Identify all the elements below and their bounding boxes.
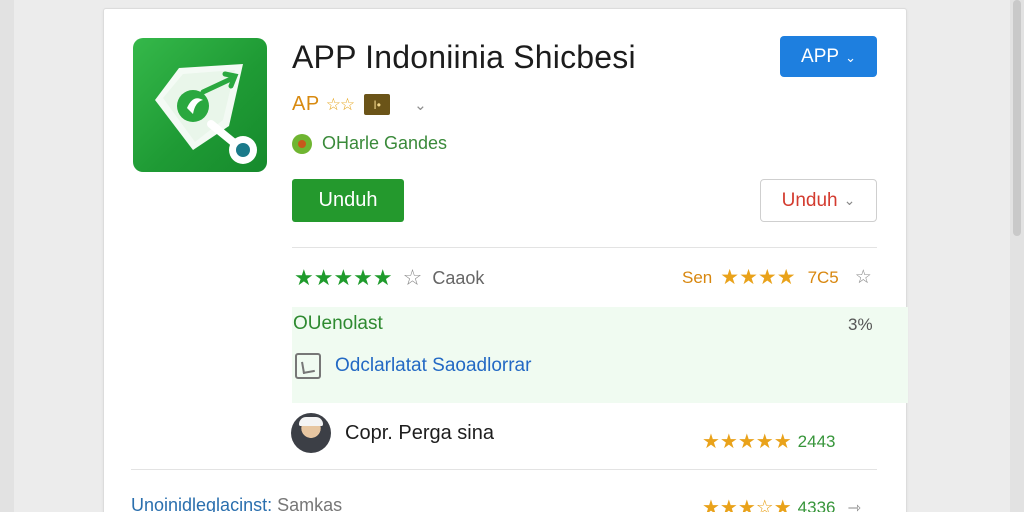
panel-link[interactable]: Odclarlatat Saoadlorrar [295,353,531,379]
review-stars: ★★★★★ [702,431,792,453]
panel-percent: 3% [848,315,873,334]
score-prefix: Sen [682,267,713,287]
panel-label: OUenolast [293,313,383,334]
user-rating-row: ★★★★★ ☆ Caaok [294,265,484,291]
star-outline-icon[interactable]: ☆ [403,265,423,291]
rating-stars: ☆☆ [325,94,356,114]
left-gutter [0,0,14,512]
install-options-label: Unduh [781,189,838,211]
content-rating-badge: I• [364,94,391,115]
review-count: 2443 [797,431,836,451]
divider [292,247,877,248]
panel-link-text: Odclarlatat Saoadlorrar [335,355,532,376]
install-options-button[interactable]: Unduh ⌄ [760,179,877,222]
chevron-down-icon: ⌄ [843,192,856,208]
install-button[interactable]: Unduh [292,179,404,222]
app-rating-row: AP ☆☆ I• ⌄ [292,93,427,116]
share-arrow-icon[interactable]: ⇾ [847,498,860,512]
app-menu-button[interactable]: APP ⌄ [780,36,877,77]
divider [131,469,877,470]
developer-icon [292,133,312,154]
orange-stars: ★★★★ [720,266,796,289]
chevron-down-icon: ⌄ [845,49,856,65]
developer-row[interactable]: OHarle Gandes [292,133,447,154]
footer-label[interactable]: Unoinidleglacinst: Samkas [131,495,342,512]
developer-name: OHarle Gandes [322,133,448,153]
star-outline-icon[interactable]: ☆ [855,266,872,289]
footer-label-main: Unoinidleglacinst: [131,495,273,512]
scrollbar-track[interactable] [1010,0,1024,512]
rating-prefix: AP [292,93,320,115]
footer-label-sub: Samkas [277,495,343,512]
score-rating-row: Sen ★★★★ 7C5 ☆ [682,265,872,290]
footer-count: 4336 [797,497,836,512]
green-stars: ★★★★★ [294,265,393,290]
scrollbar-thumb[interactable] [1013,0,1021,236]
app-listing-card: APP Indoniinia Shicbesi APP ⌄ AP ☆☆ I• ⌄… [103,8,908,512]
footer-stars: ★★★☆★ [702,497,792,512]
app-menu-button-label: APP [801,45,840,67]
review-row[interactable]: Copr. Perga sina [291,413,494,453]
reviewer-name: Copr. Perga sina [345,421,494,444]
footer-rating: ★★★☆★ 4336 ⇾ [702,495,861,512]
review-rating: ★★★★★ 2443 [702,429,835,454]
link-icon [295,353,321,379]
rating-count: 7C5 [807,267,839,287]
rating-label: Caaok [432,267,485,288]
avatar [291,413,331,453]
chevron-down-icon[interactable]: ⌄ [414,96,427,114]
app-title: APP Indoniinia Shicbesi [292,39,636,75]
app-logo-icon[interactable] [133,38,267,172]
